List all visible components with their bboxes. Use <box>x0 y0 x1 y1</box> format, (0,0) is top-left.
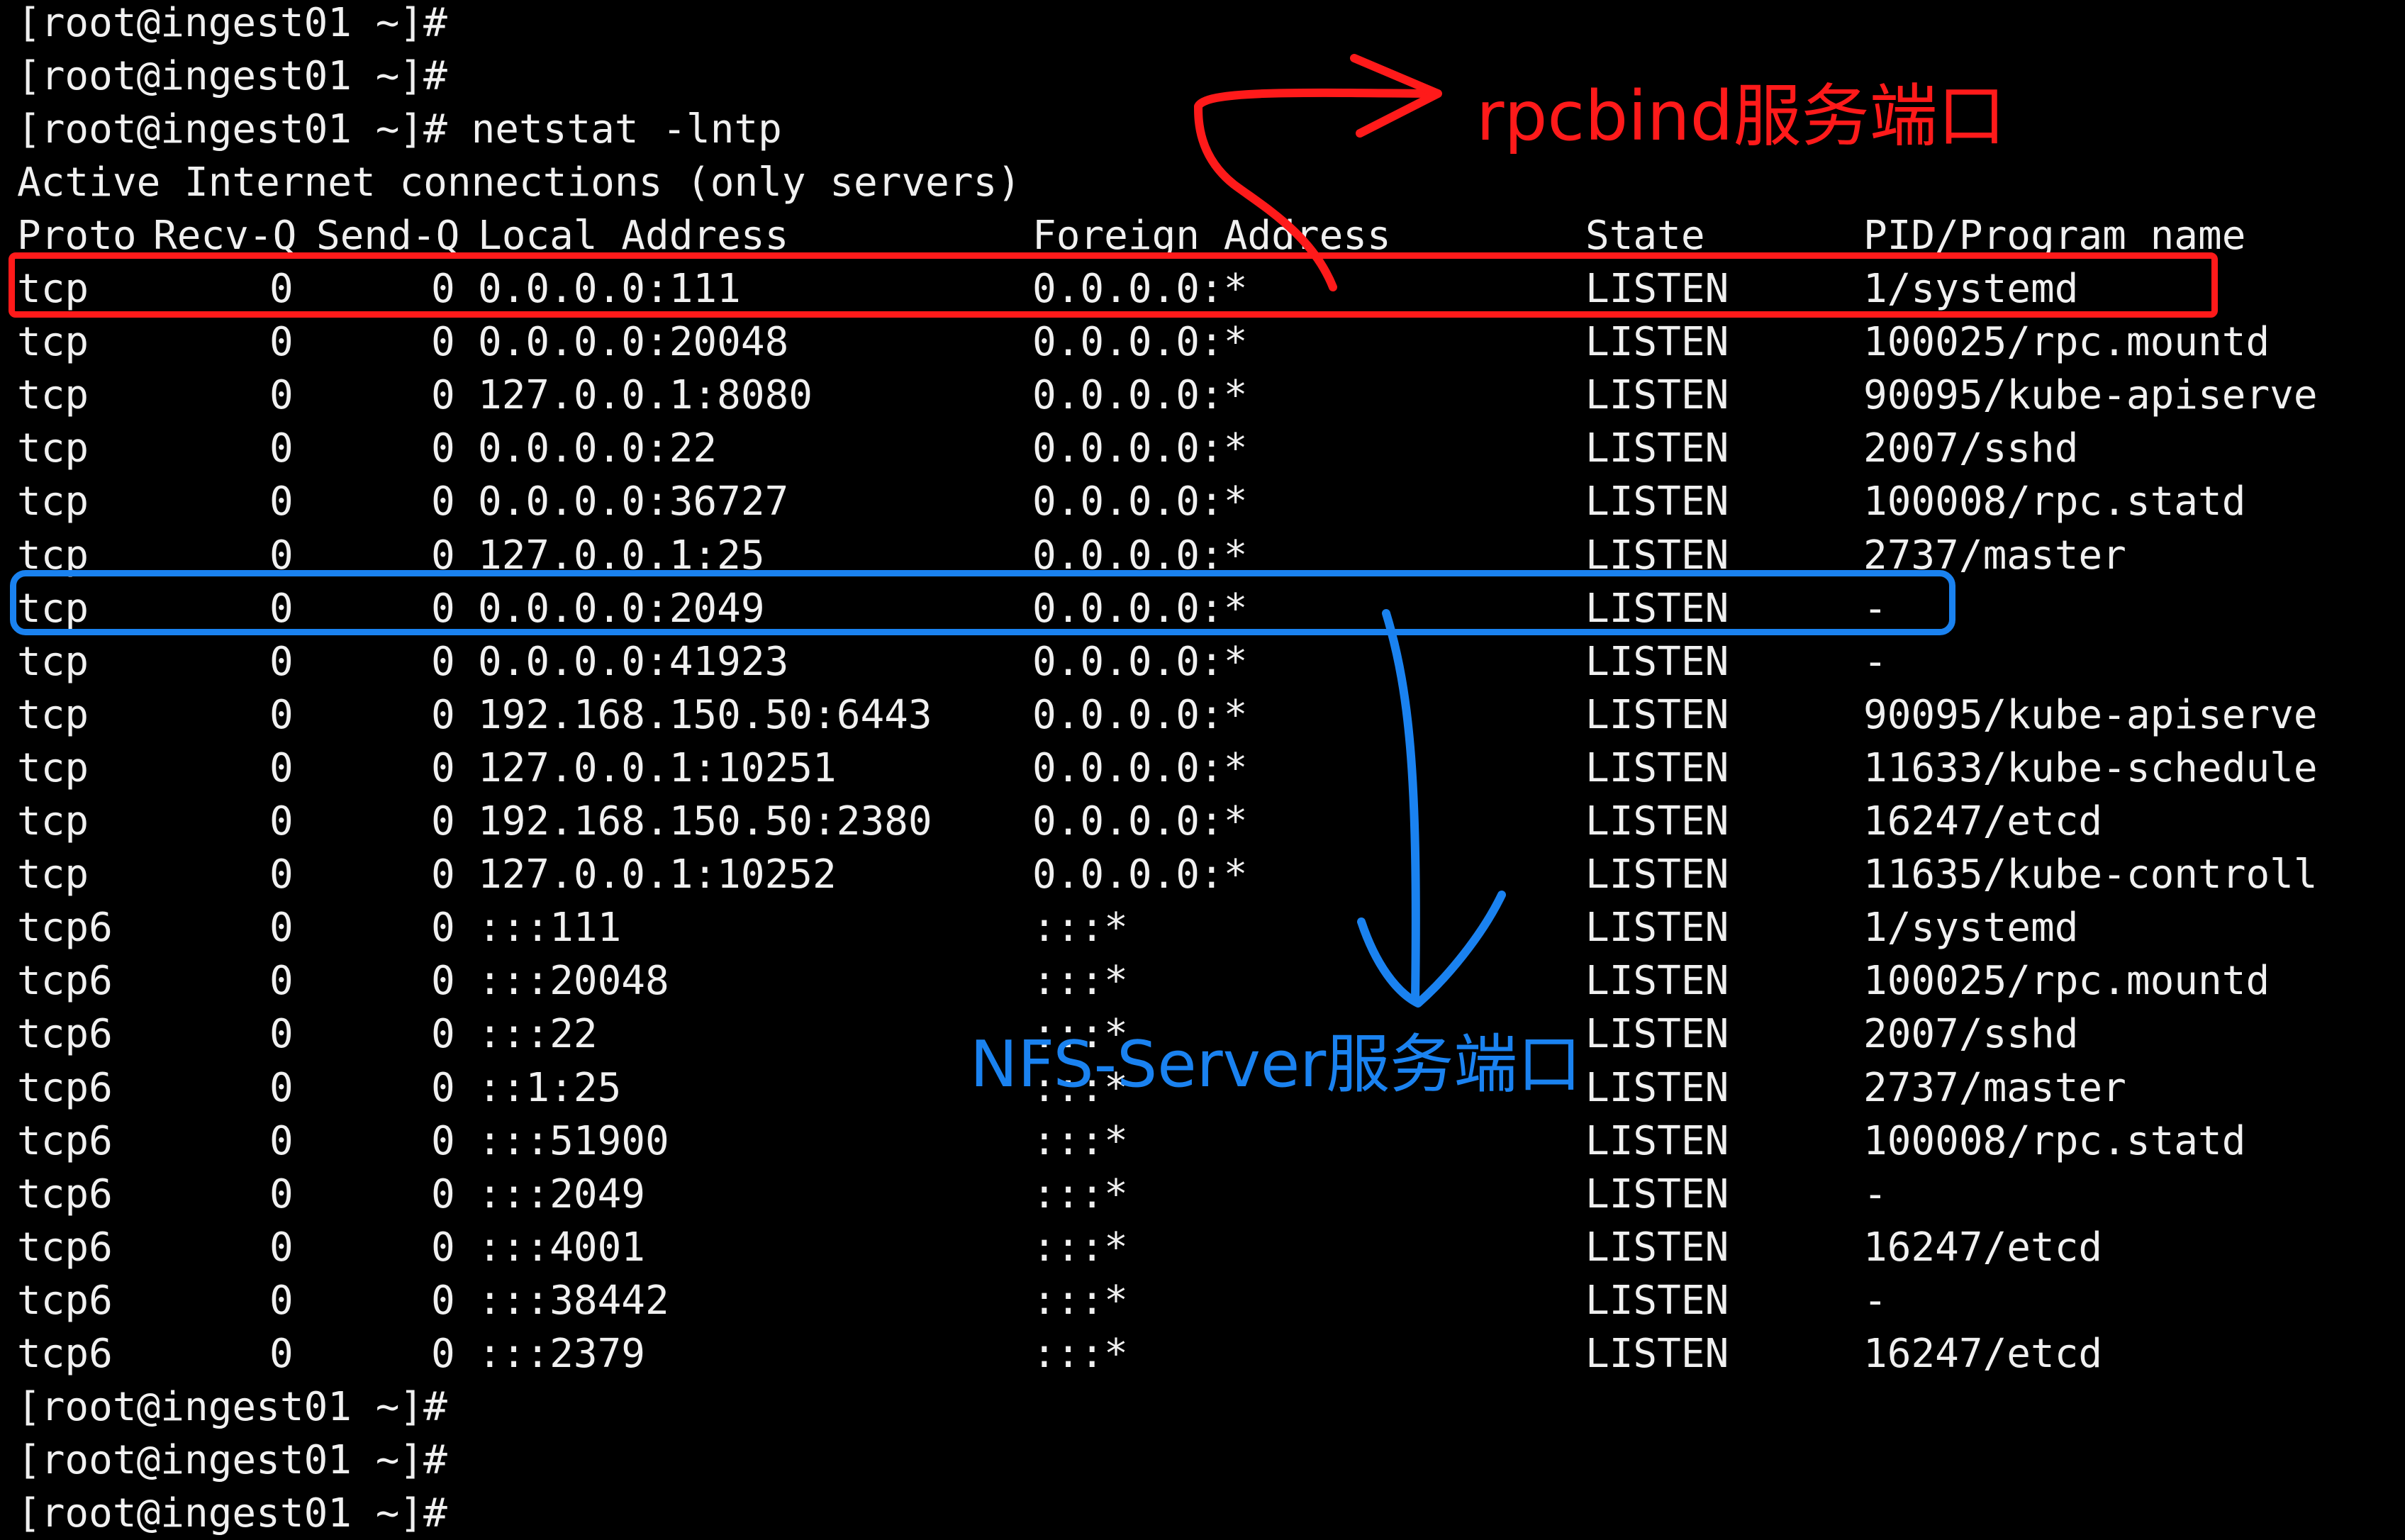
nfs-arrow <box>1382 609 1420 1004</box>
annotation-arrows <box>1194 54 1506 1008</box>
rpcbind-label: rpcbind服务端口 <box>1476 77 2006 156</box>
terminal-window[interactable]: [root@ingest01 ~]# [root@ingest01 ~]# [r… <box>0 0 2405 1536</box>
nfs-arrowhead <box>1357 891 1506 1008</box>
nfs-label: NFS-Server服务端口 <box>970 1027 1582 1102</box>
